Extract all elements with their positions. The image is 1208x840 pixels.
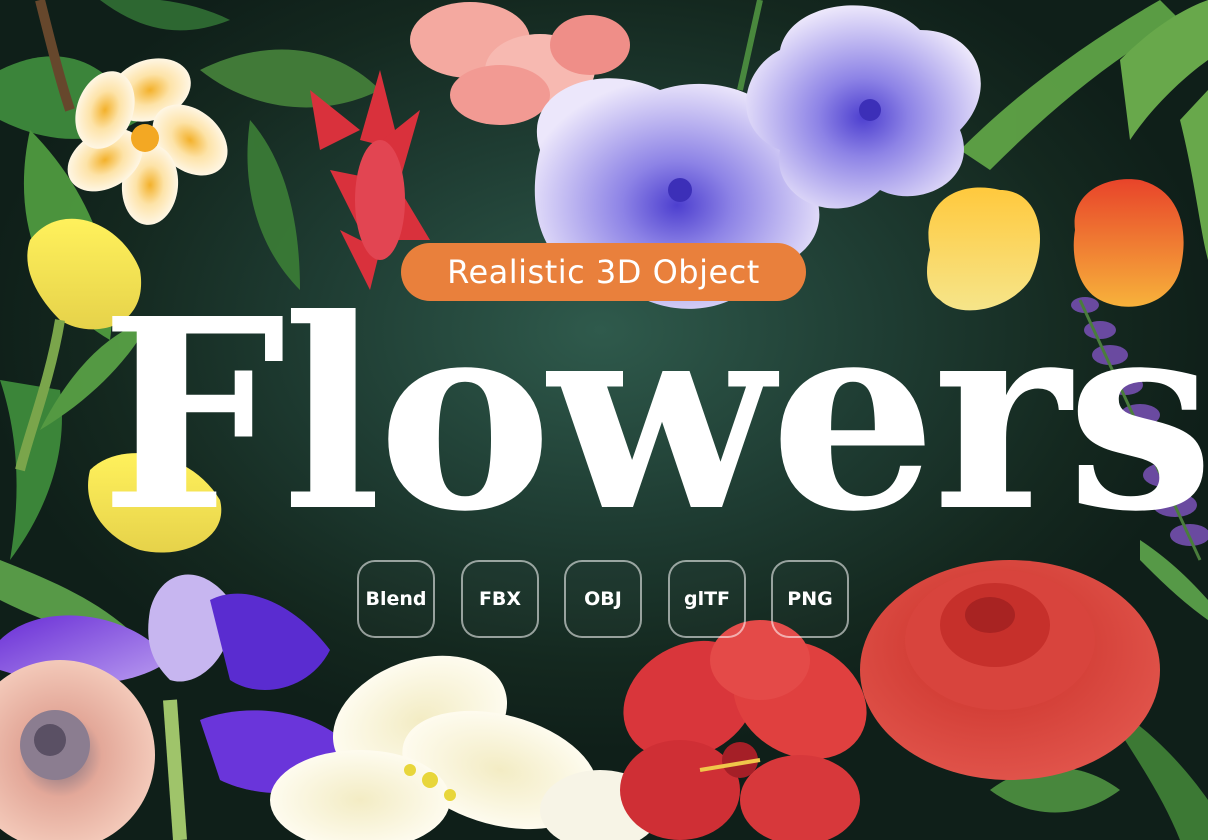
succulent	[0, 660, 155, 840]
hibiscus-flower	[620, 620, 867, 840]
rose-flower	[860, 560, 1160, 780]
format-badge-gltf: glTF	[668, 560, 746, 638]
format-badge-blend: Blend	[357, 560, 435, 638]
flowers-title: Flowers	[100, 261, 1208, 569]
file-format-list: Blend FBX OBJ glTF PNG	[357, 560, 851, 640]
format-badge-obj: OBJ	[564, 560, 642, 638]
poster-canvas: Realistic 3D Object Flowers Blend FBX OB…	[0, 0, 1208, 840]
format-badge-fbx: FBX	[461, 560, 539, 638]
format-badge-png: PNG	[771, 560, 849, 638]
